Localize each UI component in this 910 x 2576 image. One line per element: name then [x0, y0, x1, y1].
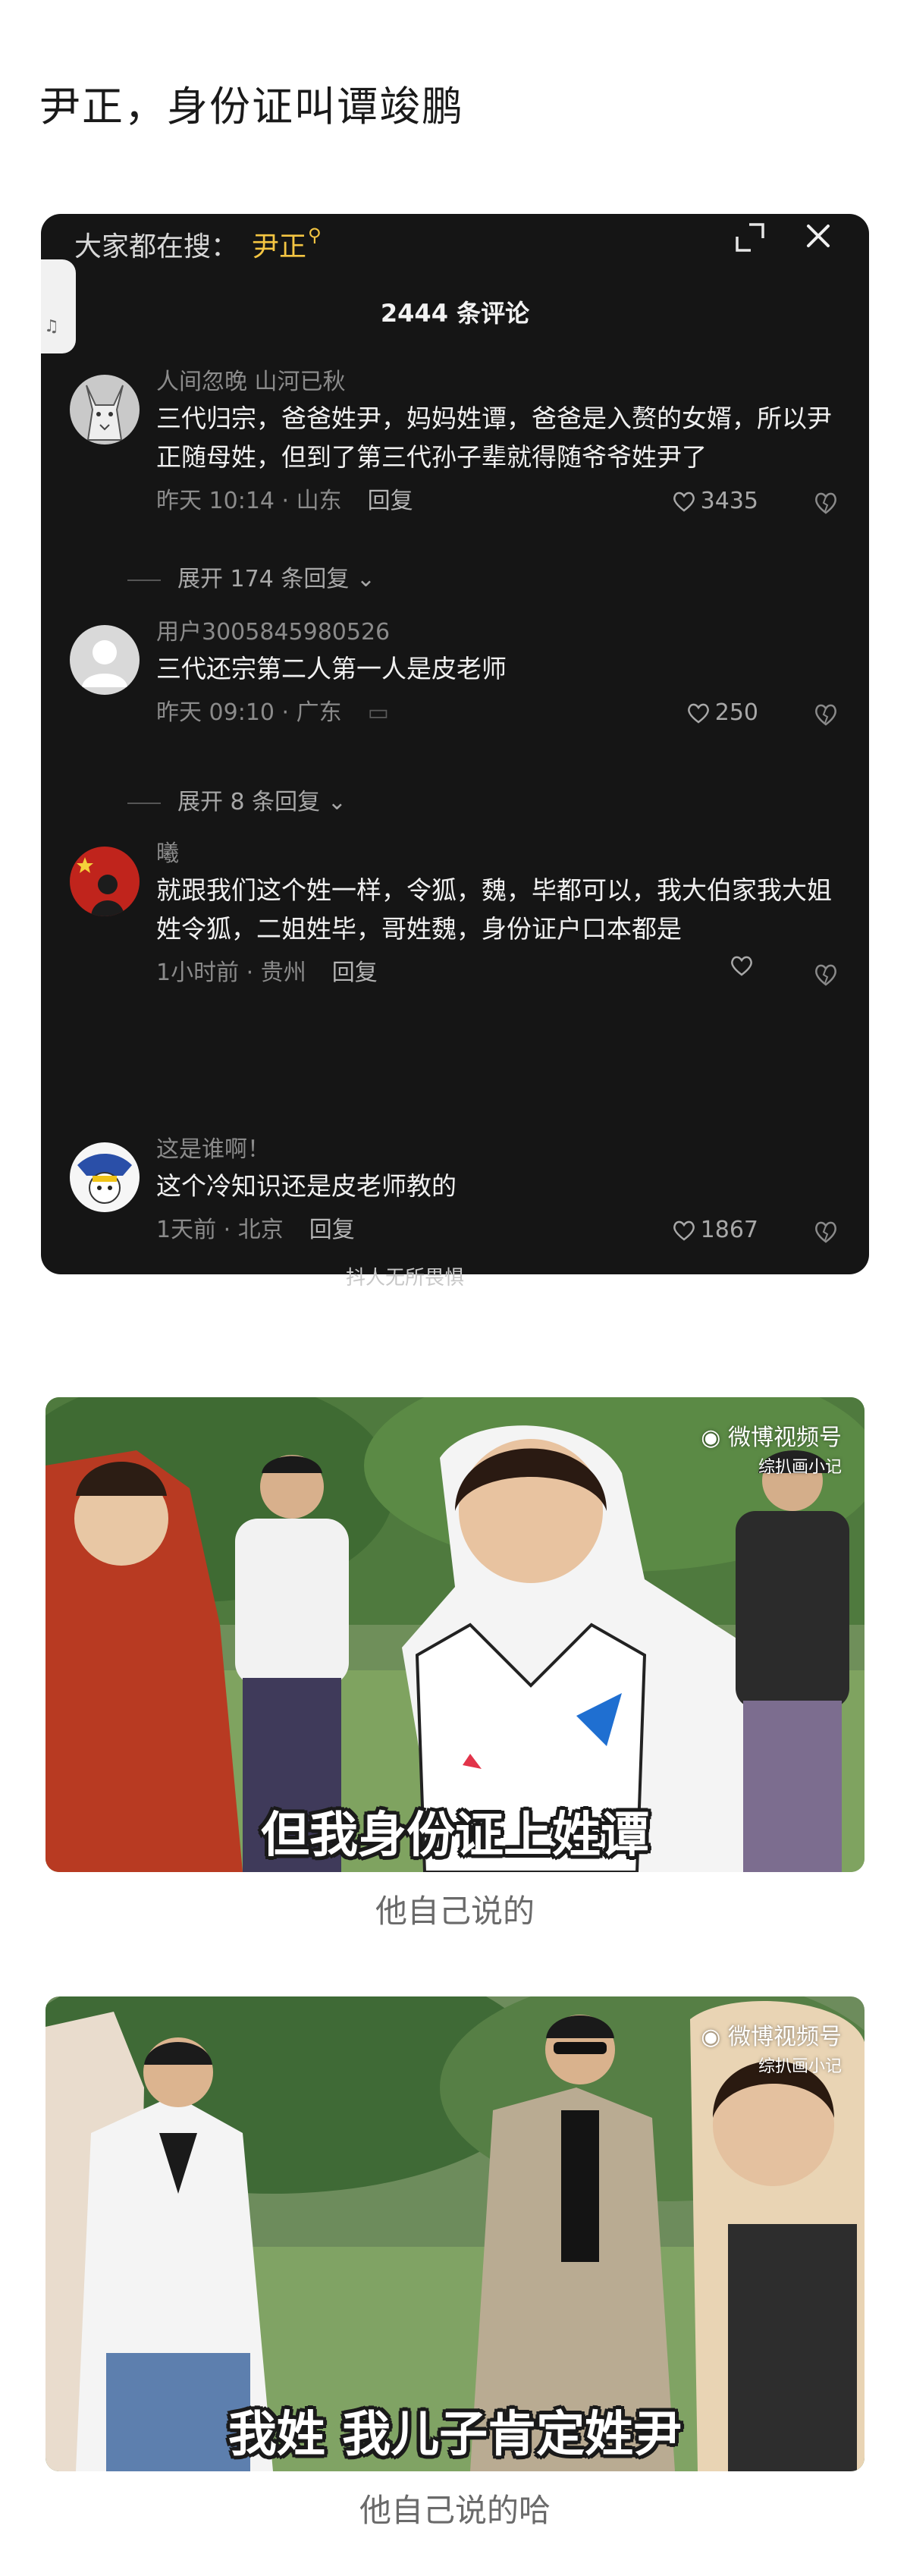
like-count: 1867: [700, 1217, 758, 1243]
avatar[interactable]: [70, 847, 140, 916]
post-title: 尹正，身份证叫谭竣鹏: [39, 83, 464, 130]
search-hint: 大家都在搜：: [74, 231, 239, 262]
chevron-down-icon: ⌄: [320, 789, 347, 815]
close-icon[interactable]: [799, 217, 837, 255]
dislike-icon[interactable]: [813, 490, 839, 516]
dislike-icon[interactable]: [813, 962, 839, 988]
comment-time-location: 昨天 09:10 · 广东: [156, 699, 342, 726]
heart-icon: [673, 1220, 695, 1241]
like-button[interactable]: 3435: [672, 482, 758, 520]
comment-item: 曦 就跟我们这个姓一样，令狐，魏，毕都可以，我大伯家我大姐姓令狐，二姐姓毕，哥姓…: [70, 837, 851, 1012]
avatar[interactable]: [70, 1142, 140, 1212]
weibo-icon: ◉: [701, 1425, 728, 1451]
comment-username[interactable]: 人间忽晚 山河已秋: [156, 366, 839, 399]
watermark-logo: ◉ 微博视频号 综扒画小记: [701, 2024, 842, 2076]
comment-text: 三代归宗，爸爸姓尹，妈妈姓谭，爸爸是入赘的女婿，所以尹正随母姓，但到了第三代孙子…: [156, 404, 832, 472]
image-caption: 他自己说的哈: [359, 2492, 551, 2529]
like-count: 3435: [700, 488, 758, 514]
comment-username[interactable]: 曦: [156, 837, 839, 871]
dislike-icon[interactable]: [813, 702, 839, 727]
expand-replies-button[interactable]: 展开 8 条回复 ⌄: [127, 787, 347, 818]
comment-text: 这个冷知识还是皮老师教的: [156, 1171, 457, 1201]
comment-count-title: 2444 条评论: [380, 299, 530, 328]
comment-time-location: 1小时前 · 贵州: [156, 960, 306, 986]
fullscreen-icon[interactable]: [733, 220, 767, 255]
watermark-text: 抖人无所畏惧: [346, 1267, 465, 1290]
like-count: 250: [714, 699, 758, 726]
comment-item: 用户3005845980526 三代还宗第二人第一人是皮老师 昨天 09:10 …: [70, 616, 851, 726]
comment-time-location: 1天前 · 北京: [156, 1217, 284, 1243]
avatar[interactable]: [70, 625, 140, 695]
dislike-icon[interactable]: [813, 1219, 839, 1245]
comment-item: 人间忽晚 山河已秋 三代归宗，爸爸姓尹，妈妈姓谭，爸爸是入赘的女婿，所以尹正随母…: [70, 366, 851, 540]
reply-button[interactable]: 回复: [332, 960, 378, 986]
chevron-down-icon: ⌄: [349, 566, 376, 592]
watermark-logo: ◉ 微博视频号 综扒画小记: [701, 1425, 842, 1477]
video-subtitle: 我姓 我儿子肯定姓尹: [228, 2407, 682, 2463]
emoji-sticker: ▭: [367, 699, 389, 726]
video-frame: ◉ 微博视频号 综扒画小记 我姓 我儿子肯定姓尹: [46, 1996, 864, 2471]
comment-item: 这是谁啊！ 这个冷知识还是皮老师教的 1天前 · 北京 回复 1867: [70, 1133, 851, 1262]
like-button[interactable]: 1867: [672, 1211, 758, 1249]
image-caption: 他自己说的: [375, 1893, 535, 1930]
search-keyword-link[interactable]: 尹正⚲: [252, 225, 322, 264]
heart-icon: [673, 492, 695, 512]
expand-replies-button[interactable]: 展开 174 条回复 ⌄: [127, 564, 375, 595]
like-button[interactable]: [730, 954, 758, 977]
comment-time-location: 昨天 10:14 · 山东: [156, 488, 342, 514]
heart-icon: [731, 956, 752, 976]
avatar[interactable]: [70, 375, 140, 445]
heart-icon: [687, 703, 709, 724]
weibo-icon: ◉: [701, 2024, 728, 2050]
search-icon: ⚲: [308, 225, 322, 246]
comment-text: 就跟我们这个姓一样，令狐，魏，毕都可以，我大伯家我大姐姓令狐，二姐姓毕，哥姓魏，…: [156, 875, 832, 944]
video-subtitle: 但我身份证上姓谭: [261, 1808, 649, 1864]
comment-username[interactable]: 用户3005845980526: [156, 616, 839, 649]
like-button[interactable]: 250: [686, 694, 758, 732]
comment-text: 三代还宗第二人第一人是皮老师: [156, 654, 507, 683]
reply-button[interactable]: 回复: [309, 1217, 355, 1243]
reply-button[interactable]: 回复: [368, 488, 413, 514]
comment-username[interactable]: 这是谁啊！: [156, 1133, 839, 1167]
comment-screenshot: ♫ 大家都在搜： 尹正⚲ 2444 条评论 人间忽晚 山河已秋 三代归宗，爸爸姓…: [41, 214, 869, 1274]
video-frame: ◉ 微博视频号 综扒画小记 但我身份证上姓谭: [46, 1397, 864, 1872]
